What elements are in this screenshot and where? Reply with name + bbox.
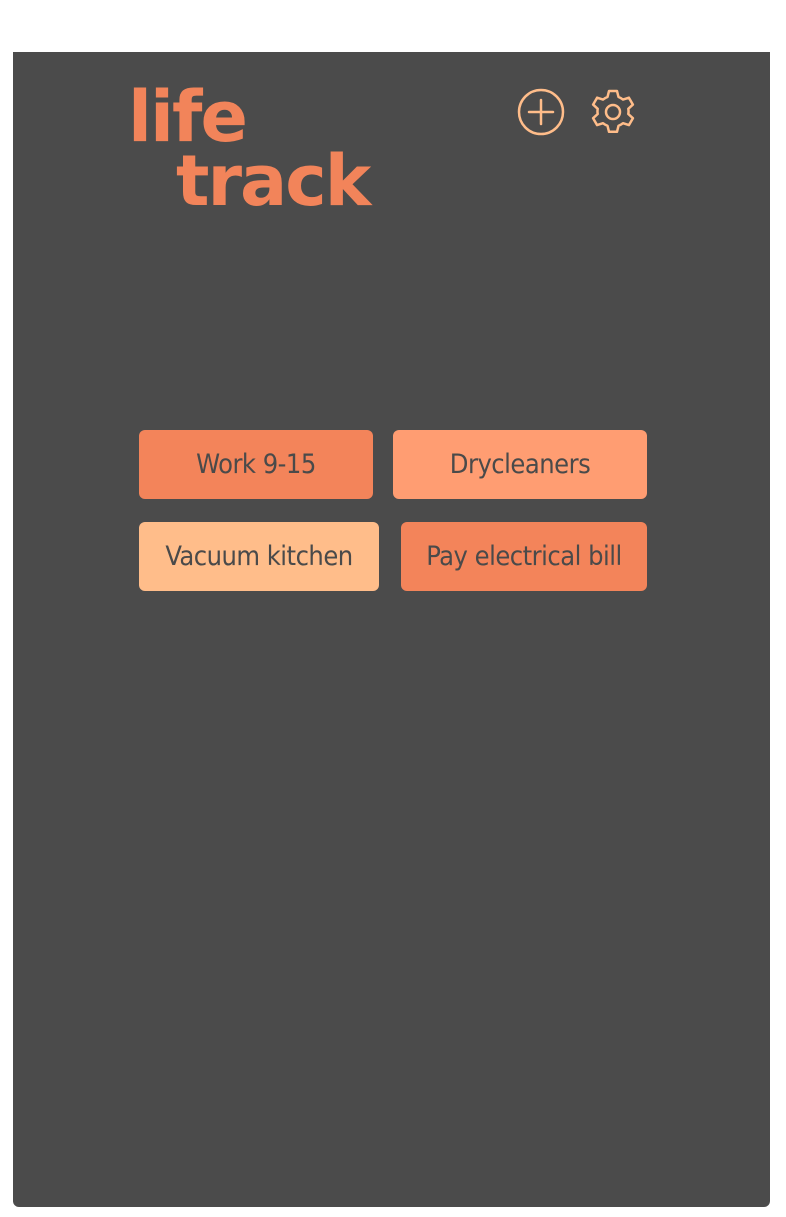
task-label: Vacuum kitchen xyxy=(165,541,353,572)
task-label: Work 9-15 xyxy=(196,449,316,480)
settings-button[interactable] xyxy=(587,86,639,138)
task-button-pay-electrical-bill[interactable]: Pay electrical bill xyxy=(401,522,647,591)
task-button-drycleaners[interactable]: Drycleaners xyxy=(393,430,647,499)
task-button-vacuum-kitchen[interactable]: Vacuum kitchen xyxy=(139,522,379,591)
logo-line-2: track xyxy=(176,140,371,222)
gear-icon xyxy=(591,89,635,134)
task-button-work[interactable]: Work 9-15 xyxy=(139,430,373,499)
toolbar xyxy=(515,87,639,137)
task-label: Pay electrical bill xyxy=(426,541,622,572)
task-label: Drycleaners xyxy=(449,449,591,480)
app-panel: life track Work 9-15 Drycleaners Vacuum … xyxy=(13,52,770,1207)
plus-circle-icon xyxy=(517,88,565,136)
app-logo: life track xyxy=(128,82,398,227)
add-task-button[interactable] xyxy=(515,86,567,138)
